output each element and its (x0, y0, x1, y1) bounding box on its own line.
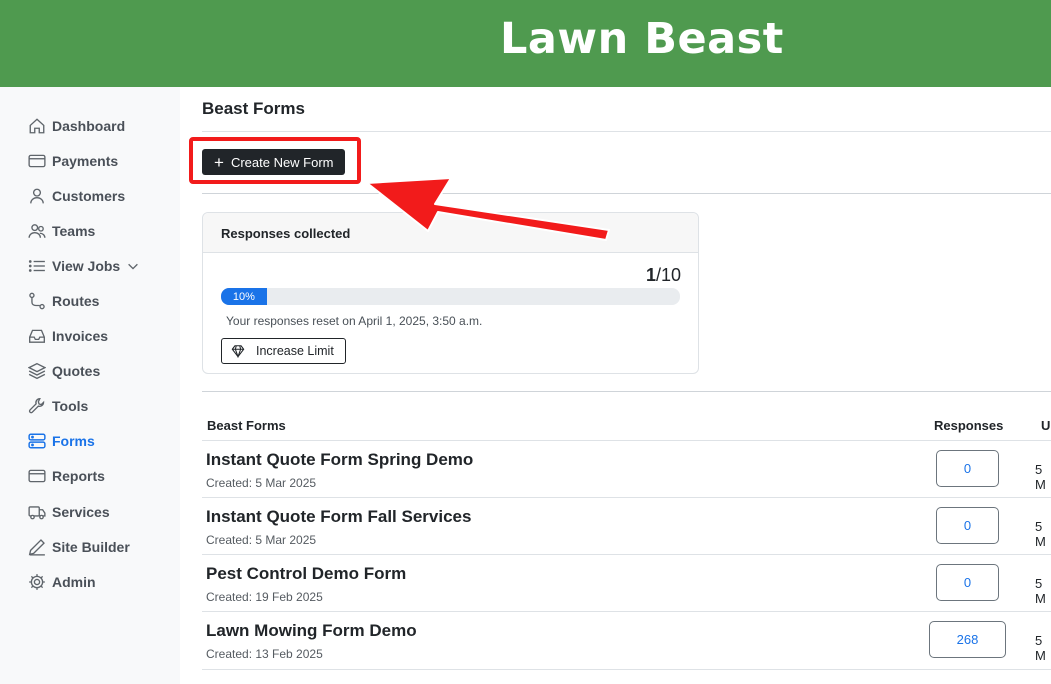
top-header: Lawn Beast (0, 0, 1051, 87)
sidebar-item-reports[interactable]: Reports (28, 464, 105, 488)
column-header-name[interactable]: Beast Forms (207, 418, 286, 433)
form-title[interactable]: Pest Control Demo Form (206, 564, 406, 584)
sidebar-item-label: Teams (52, 223, 96, 239)
page-title: Beast Forms (202, 99, 305, 118)
sidebar-item-forms[interactable]: Forms (28, 429, 95, 453)
sidebar-item-label: Tools (52, 398, 89, 414)
responses-used: 1 (645, 265, 656, 285)
column-header-updated[interactable]: U (1041, 418, 1050, 433)
sidebar-item-quotes[interactable]: Quotes (28, 359, 100, 383)
form-created-date: Created: 5 Mar 2025 (206, 476, 317, 490)
form-updated-date: 5 M (1035, 633, 1046, 663)
divider (202, 193, 1051, 194)
sidebar-item-label: Routes (52, 293, 100, 309)
list-icon (28, 260, 45, 272)
sidebar-item-site-builder[interactable]: Site Builder (28, 535, 130, 559)
increase-limit-button[interactable]: Increase Limit (221, 338, 346, 364)
person-icon (30, 188, 44, 204)
responses-count-button[interactable]: 0 (936, 564, 999, 601)
divider (202, 131, 1051, 132)
gear-icon (29, 574, 45, 590)
sidebar-item-label: Dashboard (52, 118, 126, 134)
create-new-form-label: Create New Form (230, 154, 334, 170)
sidebar-item-payments[interactable]: Payments (28, 149, 118, 173)
sidebar-item-label: Customers (52, 188, 126, 204)
form-title[interactable]: Lawn Mowing Form Demo (206, 621, 417, 641)
sidebar-item-teams[interactable]: Teams (28, 219, 95, 243)
card-icon (28, 469, 46, 483)
inbox-icon (29, 329, 45, 343)
sidebar-item-view-jobs[interactable]: View Jobs (28, 254, 140, 278)
home-icon (29, 118, 45, 134)
divider (202, 391, 1051, 392)
diamond-icon (231, 345, 245, 358)
sidebar-item-invoices[interactable]: Invoices (28, 324, 108, 348)
responses-progress-bar: 10% (221, 288, 680, 305)
form-updated-date: 5 M (1035, 519, 1046, 549)
table-row[interactable]: Instant Quote Form Fall Services Created… (202, 498, 1051, 555)
form-created-date: Created: 13 Feb 2025 (206, 647, 323, 661)
sidebar-item-label: Site Builder (52, 539, 130, 555)
sidebar-item-label: Invoices (52, 328, 109, 344)
table-row[interactable]: Lawn Mowing Form Demo Created: 13 Feb 20… (202, 612, 1051, 670)
sidebar-item-dashboard[interactable]: Dashboard (28, 114, 125, 138)
sidebar-item-label: Reports (52, 468, 105, 484)
sidebar-item-label: Services (52, 504, 110, 520)
wrench-icon (28, 398, 45, 414)
brand-title[interactable]: Lawn Beast (500, 14, 784, 64)
create-new-form-button[interactable]: + Create New Form (202, 149, 345, 175)
credit-card-icon (28, 154, 46, 168)
sidebar-item-label: Quotes (52, 363, 101, 379)
sidebar-item-admin[interactable]: Admin (28, 570, 96, 594)
sidebar-item-label: Forms (52, 433, 95, 449)
table-row[interactable]: Instant Quote Form Spring Demo Created: … (202, 441, 1051, 498)
form-created-date: Created: 5 Mar 2025 (206, 533, 317, 547)
responses-card-title: Responses collected (203, 213, 698, 253)
sidebar-item-routes[interactable]: Routes (28, 289, 99, 313)
plus-icon: + (214, 152, 224, 172)
responses-reset-text: Your responses reset on April 1, 2025, 3… (226, 314, 483, 328)
responses-limit: /10 (655, 265, 681, 285)
table-header: Beast Forms Responses U (202, 410, 1051, 441)
responses-count-button[interactable]: 0 (936, 450, 999, 487)
increase-limit-label: Increase Limit (256, 344, 334, 358)
responses-count-button[interactable]: 0 (936, 507, 999, 544)
layers-icon (28, 362, 46, 380)
responses-count-button[interactable]: 268 (929, 621, 1006, 658)
people-icon (28, 224, 46, 238)
responses-card: Responses collected 1/10 10% Your respon… (202, 212, 699, 374)
responses-count: 1/10 (646, 265, 681, 286)
truck-icon (28, 506, 46, 520)
sidebar: Dashboard Payments Customers Teams View … (0, 87, 180, 684)
main-content: Beast Forms + Create New Form Responses … (180, 87, 1051, 684)
sidebar-item-tools[interactable]: Tools (28, 394, 88, 418)
sidebar-item-label: Payments (52, 153, 119, 169)
responses-progress-fill: 10% (221, 288, 267, 305)
form-created-date: Created: 19 Feb 2025 (206, 590, 323, 604)
sidebar-item-label: View Jobs (52, 258, 121, 274)
pencil-icon (28, 539, 45, 556)
route-icon (29, 292, 45, 310)
column-header-responses[interactable]: Responses (934, 418, 1003, 433)
sidebar-item-customers[interactable]: Customers (28, 184, 125, 208)
chevron-down-icon[interactable] (126, 259, 140, 273)
form-updated-date: 5 M (1035, 462, 1046, 492)
form-title[interactable]: Instant Quote Form Spring Demo (206, 450, 473, 470)
table-row[interactable]: Pest Control Demo Form Created: 19 Feb 2… (202, 555, 1051, 612)
sidebar-item-services[interactable]: Services (28, 500, 110, 524)
server-icon (28, 433, 46, 449)
form-title[interactable]: Instant Quote Form Fall Services (206, 507, 471, 527)
sidebar-item-label: Admin (52, 574, 96, 590)
form-updated-date: 5 M (1035, 576, 1046, 606)
